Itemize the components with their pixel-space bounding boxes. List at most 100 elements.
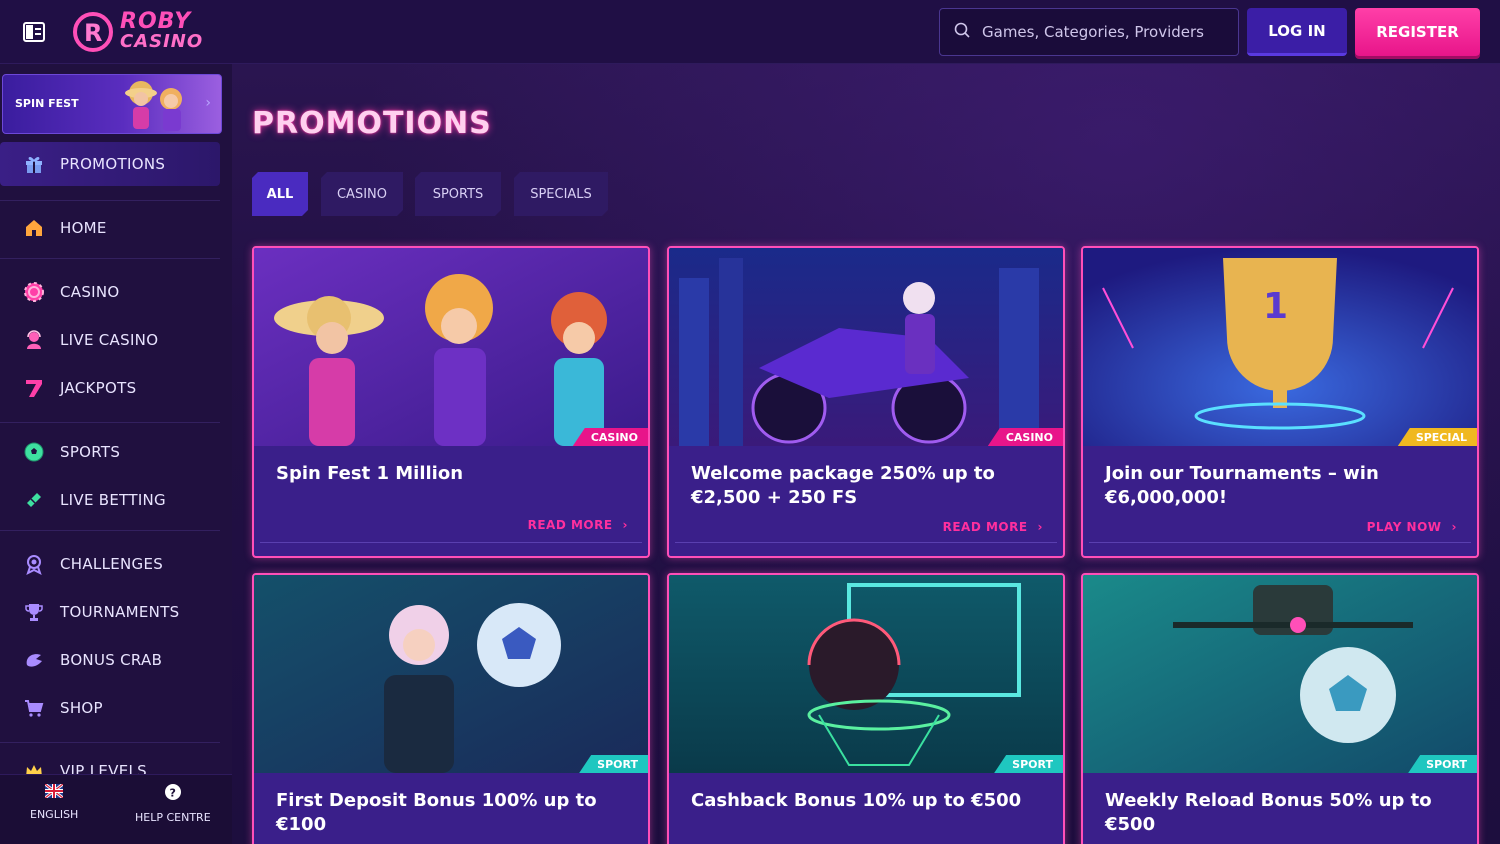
sidebar-item-label: TOURNAMENTS: [60, 603, 180, 621]
sidebar-item-label: VIP LEVELS: [60, 762, 147, 774]
cta-label: READ MORE: [942, 520, 1028, 534]
sidebar-divider: [0, 258, 220, 259]
casino-chip-icon: [22, 280, 46, 304]
sidebar-item-home[interactable]: HOME: [0, 206, 220, 250]
svg-text:R: R: [84, 19, 102, 47]
svg-text:1: 1: [1263, 286, 1288, 327]
chevron-right-icon: ›: [1451, 520, 1457, 534]
register-button[interactable]: REGISTER: [1355, 8, 1480, 56]
crown-icon: [22, 760, 46, 774]
promo-card-weekly-reload[interactable]: SPORT Weekly Reload Bonus 50% up to €500: [1081, 573, 1479, 844]
logo-mark-icon: R: [73, 12, 113, 52]
football-girl-promo-image: [254, 575, 648, 773]
promo-card-title: First Deposit Bonus 100% up to €100: [276, 790, 597, 835]
svg-text:?: ?: [169, 787, 175, 800]
main-content: PROMOTIONS ALL CASINO SPORTS SPECIALS CA…: [232, 64, 1500, 844]
help-icon: ?: [164, 783, 182, 805]
sidebar-item-live-casino[interactable]: LIVE CASINO: [0, 318, 220, 362]
sidebar-item-shop[interactable]: SHOP: [0, 686, 220, 730]
promo-card-title: Welcome package 250% up to €2,500 + 250 …: [691, 463, 995, 508]
promo-card-first-deposit[interactable]: SPORT First Deposit Bonus 100% up to €10…: [252, 573, 650, 844]
play-now-link[interactable]: PLAY NOW ›: [1367, 520, 1457, 534]
sidebar-item-promotions[interactable]: PROMOTIONS: [0, 142, 220, 186]
promo-card-title: Cashback Bonus 10% up to €500: [691, 790, 1022, 811]
cta-label: PLAY NOW: [1366, 520, 1442, 534]
promo-card-title: Spin Fest 1 Million: [276, 463, 464, 484]
sidebar-item-bonus-crab[interactable]: BONUS CRAB: [0, 638, 220, 682]
sidebar: SPIN FEST › PROMOTIONS HOME CASINO LIVE …: [0, 64, 232, 844]
promo-card-welcome-package[interactable]: CASINO Welcome package 250% up to €2,500…: [667, 246, 1065, 558]
promo-card-title: Join our Tournaments – win €6,000,000!: [1105, 463, 1379, 508]
promo-card-tournaments[interactable]: 1 SPECIAL Join our Tournaments – win €6,…: [1081, 246, 1479, 558]
sidebar-item-label: PROMOTIONS: [60, 155, 166, 173]
sidebar-item-label: SHOP: [60, 699, 103, 717]
cta-label: READ MORE: [527, 518, 613, 532]
sidebar-item-label: LIVE BETTING: [60, 491, 166, 509]
spin-fest-girls-image: [125, 81, 182, 131]
sidebar-divider: [0, 742, 220, 743]
spin-fest-label: SPIN FEST: [15, 97, 79, 110]
sidebar-item-jackpots[interactable]: JACKPOTS: [0, 366, 220, 410]
category-badge: SPORT: [994, 755, 1063, 773]
filter-tab-all[interactable]: ALL: [252, 172, 308, 216]
live-dealer-icon: [22, 328, 46, 352]
sidebar-divider: [0, 200, 220, 201]
read-more-link[interactable]: READ MORE ›: [943, 520, 1043, 534]
sidebar-item-live-betting[interactable]: LIVE BETTING: [0, 478, 220, 522]
category-badge: CASINO: [572, 428, 648, 446]
sidebar-divider: [0, 422, 220, 423]
category-badge: SPORT: [579, 755, 648, 773]
medal-icon: [22, 552, 46, 576]
sidebar-item-label: BONUS CRAB: [60, 651, 163, 669]
spin-fest-promo-image: [254, 248, 648, 446]
sidebar-item-vip-levels[interactable]: VIP LEVELS: [0, 754, 220, 774]
help-centre-link[interactable]: ? HELP CENTRE: [135, 783, 211, 824]
spin-fest-banner[interactable]: SPIN FEST ›: [2, 74, 222, 134]
search-icon: [954, 22, 970, 42]
sidebar-item-casino[interactable]: CASINO: [0, 270, 220, 314]
search-input[interactable]: [982, 23, 1222, 41]
seven-icon: [22, 376, 46, 400]
category-badge: SPECIAL: [1397, 428, 1477, 446]
roby-casino-logo[interactable]: R ROBY CASINO: [72, 10, 203, 54]
category-badge: SPORT: [1408, 755, 1477, 773]
sidebar-item-sports[interactable]: SPORTS: [0, 430, 220, 474]
uk-flag-icon: [44, 782, 65, 802]
search-bar[interactable]: [939, 8, 1239, 56]
page-title: PROMOTIONS: [252, 106, 492, 141]
filter-tab-sports[interactable]: SPORTS: [415, 172, 501, 216]
help-centre-label: HELP CENTRE: [135, 811, 211, 824]
card-divider: [675, 542, 1057, 556]
read-more-link[interactable]: READ MORE ›: [528, 518, 628, 532]
promo-card-spin-fest[interactable]: CASINO Spin Fest 1 Million READ MORE ›: [252, 246, 650, 558]
language-selector[interactable]: ENGLISH: [30, 782, 79, 821]
basketball-promo-image: [669, 575, 1063, 773]
chevron-right-icon: ›: [205, 95, 211, 111]
promo-card-cashback[interactable]: SPORT Cashback Bonus 10% up to €500: [667, 573, 1065, 844]
top-header: R ROBY CASINO LOG IN REGISTER: [0, 0, 1500, 64]
category-badge: CASINO: [987, 428, 1063, 446]
language-label: ENGLISH: [30, 808, 79, 821]
promo-card-title: Weekly Reload Bonus 50% up to €500: [1105, 790, 1432, 835]
sidebar-item-challenges[interactable]: CHALLENGES: [0, 542, 220, 586]
motorbike-promo-image: [669, 248, 1063, 446]
card-divider: [260, 542, 642, 556]
sidebar-item-tournaments[interactable]: TOURNAMENTS: [0, 590, 220, 634]
logo-text-casino: CASINO: [120, 31, 204, 52]
filter-tab-casino[interactable]: CASINO: [321, 172, 403, 216]
sidebar-item-label: LIVE CASINO: [60, 331, 159, 349]
sidebar-item-label: SPORTS: [60, 443, 121, 461]
crab-claw-icon: [22, 648, 46, 672]
chevron-right-icon: ›: [1037, 520, 1043, 534]
trophy-promo-image: 1: [1083, 248, 1477, 446]
card-divider: [1089, 542, 1471, 556]
filter-tab-specials[interactable]: SPECIALS: [514, 172, 608, 216]
sidebar-footer: ENGLISH ? HELP CENTRE: [0, 774, 232, 844]
home-icon: [22, 216, 46, 240]
gift-icon: [22, 152, 46, 176]
sidebar-toggle-icon[interactable]: [22, 20, 48, 44]
cart-icon: [22, 696, 46, 720]
soccer-ball-icon: [22, 440, 46, 464]
login-button[interactable]: LOG IN: [1247, 8, 1347, 56]
drone-football-promo-image: [1083, 575, 1477, 773]
